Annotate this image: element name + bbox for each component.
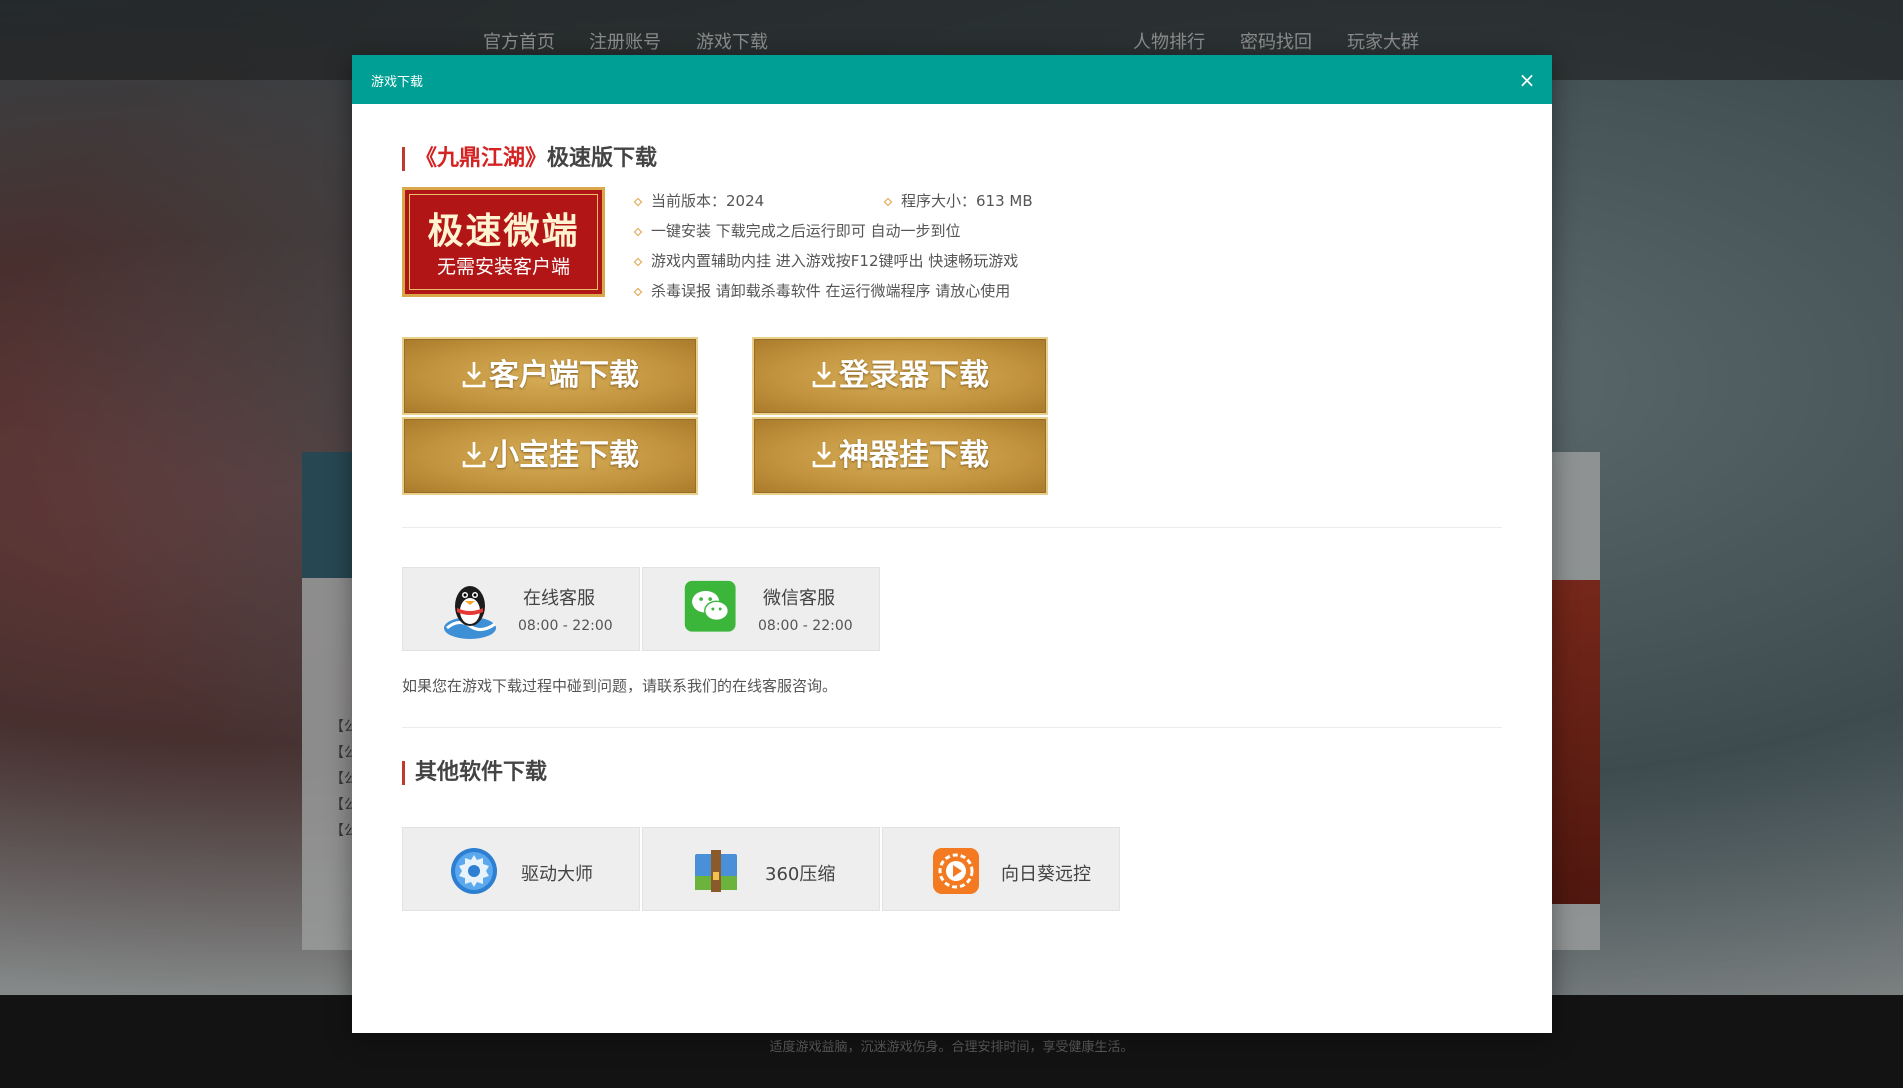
modal-header: 游戏下载 ×: [352, 55, 1552, 104]
info-line: 杀毒误报 请卸载杀毒软件 在运行微端程序 请放心使用: [633, 281, 1011, 301]
qq-penguin-icon: [444, 586, 496, 639]
driver-master-card[interactable]: 驱动大师: [402, 827, 640, 911]
section-title-download: 《九鼎江湖》极速版下载: [402, 147, 657, 171]
wechat-service-name: 微信客服: [763, 588, 835, 609]
banner-main-text: 极速微端: [427, 210, 580, 252]
client-download-button[interactable]: 客户端下载: [402, 337, 698, 415]
download-icon: [812, 361, 836, 387]
section-title-suffix: 极速版下载: [547, 146, 658, 171]
info-line-text: 杀毒误报 请卸载杀毒软件 在运行微端程序 请放心使用: [651, 282, 1011, 300]
bullet-icon: [633, 287, 643, 296]
info-version: 当前版本：2024: [633, 191, 765, 211]
divider: [402, 727, 1502, 728]
section-title-software-text: 其他软件下载: [415, 760, 548, 785]
info-version-text: 当前版本：2024: [651, 192, 765, 210]
info-size: 程序大小：613 MB: [883, 191, 1033, 211]
bullet-icon: [883, 197, 893, 206]
download-icon: [812, 441, 836, 467]
bullet-icon: [633, 257, 643, 266]
archive-icon: [695, 850, 737, 892]
online-service-time: 08:00 - 22:00: [518, 618, 613, 634]
help-text: 如果您在游戏下载过程中碰到问题，请联系我们的在线客服咨询。: [402, 677, 838, 695]
info-line: 游戏内置辅助内挂 进入游戏按F12键呼出 快速畅玩游戏: [633, 251, 1019, 271]
launcher-download-button[interactable]: 登录器下载: [752, 337, 1048, 415]
online-service-name: 在线客服: [523, 588, 595, 609]
modal-title: 游戏下载: [371, 75, 424, 90]
driver-master-name: 驱动大师: [521, 864, 593, 885]
wechat-icon: [684, 580, 736, 632]
game-title: 《九鼎江湖》: [415, 146, 548, 171]
launcher-download-label: 登录器下载: [839, 358, 989, 393]
xiaobao-download-button[interactable]: 小宝挂下载: [402, 417, 698, 495]
info-line-text: 游戏内置辅助内挂 进入游戏按F12键呼出 快速畅玩游戏: [651, 252, 1019, 270]
download-icon: [462, 361, 486, 387]
shenqi-download-button[interactable]: 神器挂下载: [752, 417, 1048, 495]
bullet-icon: [633, 227, 643, 236]
client-download-label: 客户端下载: [489, 358, 639, 393]
shenqi-download-label: 神器挂下载: [839, 438, 989, 473]
section-title-software: 其他软件下载: [402, 761, 547, 785]
wechat-service-time: 08:00 - 22:00: [758, 618, 853, 634]
zip360-name: 360压缩: [765, 864, 836, 885]
banner-sub-text: 无需安装客户端: [436, 256, 570, 278]
sunlogin-card[interactable]: 向日葵远控: [882, 827, 1120, 911]
online-service-card[interactable]: 在线客服 08:00 - 22:00: [402, 567, 640, 651]
divider: [402, 527, 1502, 528]
download-modal: 游戏下载 × 《九鼎江湖》极速版下载 极速微端 无需安装客户端 当前版本：202…: [352, 55, 1552, 1033]
info-line: 一键安装 下载完成之后运行即可 自动一步到位: [633, 221, 961, 241]
sunlogin-name: 向日葵远控: [1001, 864, 1091, 885]
info-line-text: 一键安装 下载完成之后运行即可 自动一步到位: [651, 222, 961, 240]
sunflower-icon: [933, 848, 979, 894]
xiaobao-download-label: 小宝挂下载: [489, 438, 639, 473]
info-size-text: 程序大小：613 MB: [901, 192, 1033, 210]
close-icon[interactable]: ×: [1512, 65, 1542, 95]
gear-icon: [451, 848, 497, 894]
micro-client-banner: 极速微端 无需安装客户端: [402, 187, 605, 297]
bullet-icon: [633, 197, 643, 206]
wechat-service-card[interactable]: 微信客服 08:00 - 22:00: [642, 567, 880, 651]
download-icon: [462, 441, 486, 467]
zip360-card[interactable]: 360压缩: [642, 827, 880, 911]
